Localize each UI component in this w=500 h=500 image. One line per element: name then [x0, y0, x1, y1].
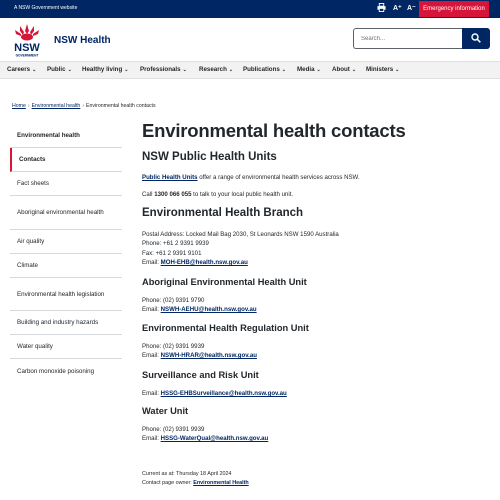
- sidebar-item-contacts[interactable]: Contacts: [10, 148, 122, 172]
- svg-text:NSW: NSW: [14, 42, 40, 54]
- nav-item-label: Healthy living: [82, 66, 123, 73]
- page-owner-link[interactable]: Environmental Health: [193, 480, 248, 486]
- nav-item-label: Ministers: [366, 66, 394, 73]
- call-suffix: to talk to your local public health unit…: [191, 191, 294, 198]
- regulation-unit-email-link[interactable]: NSWH-HRAR@health.nsw.gov.au: [161, 352, 257, 359]
- public-health-call-text: Call 1300 066 055 to talk to your local …: [142, 190, 293, 199]
- main-navigation: Careers ⌄ Public ⌄ Healthy living ⌄ Profess…: [0, 61, 500, 79]
- sidebar-item-building-and-industry-hazards[interactable]: Building and industry hazards: [10, 311, 122, 335]
- contact-page-owner: Contact page owner: Environmental Health: [142, 479, 249, 488]
- surveillance-unit-email-line: Email: HSSG-EHBSurveillance@health.nsw.g…: [142, 389, 287, 398]
- sidebar-item-climate[interactable]: Climate: [10, 254, 122, 278]
- page-title: Environmental health contacts: [142, 120, 406, 141]
- emergency-information-button[interactable]: Emergency information: [419, 1, 489, 17]
- increase-font-button[interactable]: A⁺: [393, 3, 402, 15]
- site-title[interactable]: NSW Health: [54, 35, 111, 46]
- regulation-unit-email-line: Email: NSWH-HRAR@health.nsw.gov.au: [142, 351, 257, 360]
- sidebar-item-carbon-monoxide-poisoning[interactable]: Carbon monoxide poisoning: [10, 359, 122, 383]
- email-label: Email:: [142, 352, 161, 359]
- nav-item-media[interactable]: Media ⌄: [297, 66, 321, 73]
- nav-item-professionals[interactable]: Professionals ⌄: [140, 66, 187, 73]
- chevron-down-icon: ⌄: [124, 67, 129, 73]
- waratah-flower-icon: [15, 24, 39, 41]
- branch-postal-address: Postal Address: Locked Mail Bag 2030, St…: [142, 231, 339, 238]
- breadcrumb-current: Environmental health contacts: [86, 103, 156, 109]
- public-health-units-description: offer a range of environmental health se…: [197, 174, 360, 181]
- sidebar-item-environmental-health[interactable]: Environmental health: [10, 123, 122, 148]
- nav-item-healthy-living[interactable]: Healthy living ⌄: [82, 66, 128, 73]
- chevron-down-icon: ⌄: [228, 67, 234, 73]
- environmental-health-branch-heading: Environmental Health Branch: [142, 207, 304, 219]
- public-health-units-text: Public Health Units offer a range of env…: [142, 173, 360, 182]
- nav-item-about[interactable]: About ⌄: [332, 66, 356, 73]
- water-unit-heading: Water Unit: [142, 406, 189, 416]
- aboriginal-unit-email-line: Email: NSWH-AEHU@health.nsw.gov.au: [142, 305, 257, 314]
- branch-fax: Fax: +61 2 9391 9101: [142, 250, 202, 257]
- breadcrumb-environmental-health[interactable]: Environmental health: [32, 103, 81, 109]
- svg-text:GOVERNMENT: GOVERNMENT: [16, 54, 39, 58]
- public-health-units-heading: NSW Public Health Units: [142, 151, 277, 163]
- water-unit-email-line: Email: HSSG-WaterQual@health.nsw.gov.au: [142, 434, 268, 443]
- nav-item-label: Publications: [243, 66, 280, 73]
- water-unit-phone: Phone: (02) 9391 9939: [142, 426, 205, 433]
- aboriginal-unit-heading: Aboriginal Environmental Health Unit: [142, 277, 307, 287]
- search-input[interactable]: [353, 28, 463, 49]
- chevron-right-icon: ›: [27, 103, 30, 109]
- sidebar-item-fact-sheets[interactable]: Fact sheets: [10, 172, 122, 196]
- decrease-font-button[interactable]: A⁻: [407, 3, 416, 15]
- sidebar-item-environmental-health-legislation[interactable]: Environmental health legislation: [10, 278, 122, 311]
- chevron-down-icon: ⌄: [351, 67, 357, 73]
- nav-item-public[interactable]: Public ⌄: [47, 66, 72, 73]
- email-label: Email:: [142, 306, 161, 313]
- nav-item-label: About: [332, 66, 350, 73]
- chevron-down-icon: ⌄: [395, 67, 400, 73]
- site-header: NSW GOVERNMENT NSW Health: [0, 18, 500, 61]
- nav-item-label: Research: [199, 66, 227, 73]
- regulation-unit-phone: Phone: (02) 9391 9939: [142, 343, 205, 350]
- aboriginal-unit-email-link[interactable]: NSWH-AEHU@health.nsw.gov.au: [161, 306, 257, 313]
- chevron-down-icon: ⌄: [182, 67, 187, 73]
- chevron-down-icon: ⌄: [281, 67, 286, 73]
- owner-label: Contact page owner:: [142, 479, 194, 486]
- print-icon[interactable]: [377, 3, 387, 15]
- email-label: Email:: [142, 390, 161, 397]
- email-label: Email:: [142, 259, 161, 266]
- nav-item-label: Careers: [7, 66, 31, 73]
- search-button[interactable]: [462, 28, 490, 49]
- branch-phone: Phone: +61 2 9391 9939: [142, 240, 209, 247]
- surveillance-unit-email-link[interactable]: HSSG-EHBSurveillance@health.nsw.gov.au: [161, 390, 287, 397]
- nsw-government-logo[interactable]: NSW GOVERNMENT: [10, 22, 44, 58]
- nav-item-publications[interactable]: Publications ⌄: [243, 66, 286, 73]
- regulation-unit-heading: Environmental Health Regulation Unit: [142, 323, 309, 333]
- aboriginal-unit-phone: Phone: (02) 9391 9790: [142, 297, 205, 304]
- nav-item-label: Public: [47, 66, 66, 73]
- breadcrumb: Home › Environmental health › Environmental …: [12, 103, 156, 109]
- public-health-phone: 1300 066 055: [154, 191, 192, 198]
- current-as-at: Current as at: Thursday 18 April 2024: [142, 471, 232, 477]
- top-utility-bar: A NSW Government website A⁺ A⁻ Emergency…: [0, 0, 500, 18]
- call-prefix: Call: [142, 191, 155, 198]
- nav-item-label: Media: [297, 66, 315, 73]
- nav-item-label: Professionals: [140, 66, 181, 73]
- sidebar-item-air-quality[interactable]: Air quality: [10, 230, 122, 254]
- water-unit-email-link[interactable]: HSSG-WaterQual@health.nsw.gov.au: [161, 435, 269, 442]
- nav-item-careers[interactable]: Careers ⌄: [7, 66, 36, 73]
- nav-item-research[interactable]: Research ⌄: [199, 66, 233, 73]
- nav-item-ministers[interactable]: Ministers ⌄: [366, 66, 399, 73]
- page-meta: Current as at: Thursday 18 April 2024 Co…: [142, 470, 249, 487]
- public-health-units-link[interactable]: Public Health Units: [142, 174, 198, 181]
- chevron-down-icon: ⌄: [32, 67, 37, 73]
- branch-email-line: Email: MOH-EHB@health.nsw.gov.au: [142, 258, 248, 267]
- chevron-right-icon: ›: [82, 103, 85, 109]
- branch-email-link[interactable]: MOH-EHB@health.nsw.gov.au: [161, 259, 248, 266]
- chevron-down-icon: ⌄: [316, 67, 321, 73]
- email-label: Email:: [142, 435, 161, 442]
- sidebar-item-aboriginal-environmental-health[interactable]: Aboriginal environmental health: [10, 196, 122, 230]
- gov-site-label: A NSW Government website: [14, 5, 78, 11]
- surveillance-unit-heading: Surveillance and Risk Unit: [142, 370, 259, 380]
- chevron-down-icon: ⌄: [67, 67, 72, 73]
- search-icon: [471, 33, 481, 43]
- sidebar-item-water-quality[interactable]: Water quality: [10, 335, 122, 359]
- breadcrumb-home[interactable]: Home: [12, 103, 26, 109]
